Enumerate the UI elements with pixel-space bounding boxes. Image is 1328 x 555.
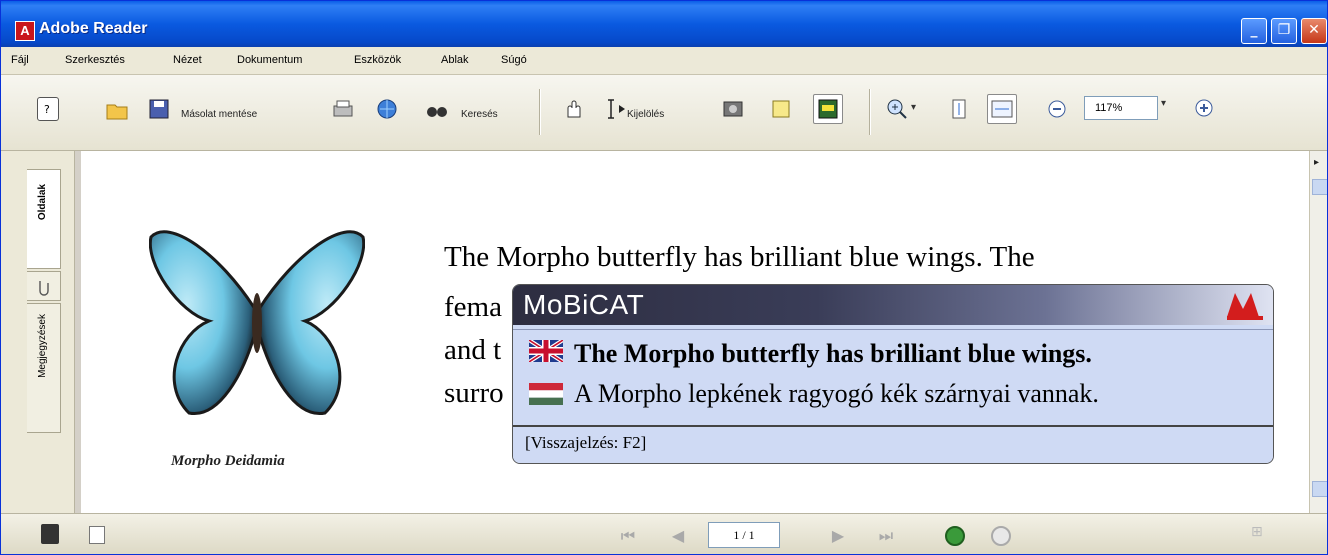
zoom-tool-dropdown-icon[interactable]: ▾: [911, 97, 923, 121]
previous-page-icon[interactable]: ◀: [665, 524, 691, 548]
next-page-icon[interactable]: ▶: [825, 524, 851, 548]
snapshot-icon[interactable]: [721, 97, 745, 121]
translated-sentence[interactable]: A Morpho lepkének ragyogó kék szárnyai v…: [574, 379, 1099, 409]
source-sentence[interactable]: The Morpho butterfly has brilliant blue …: [574, 339, 1092, 369]
adobe-reader-app-icon: A: [15, 21, 35, 41]
hand-tool-icon[interactable]: [561, 97, 585, 121]
adobe-reader-window: A Adobe Reader _ ❐ ✕ Fájl Szerkesztés Né…: [0, 0, 1328, 555]
tab-pages-label: Oldalak: [37, 184, 48, 221]
hungarian-flag-icon: [529, 383, 563, 405]
title-bar[interactable]: A Adobe Reader _ ❐ ✕: [1, 1, 1327, 47]
split-view-icon[interactable]: ⊞: [1251, 524, 1271, 544]
document-text-line: surro: [444, 377, 504, 409]
butterfly-image: [148, 223, 366, 424]
menu-help[interactable]: Súgó: [501, 54, 527, 66]
menu-bar: Fájl Szerkesztés Nézet Dokumentum Eszköz…: [1, 47, 1327, 75]
status-bar: ⏮ ◀ 1 / 1 ▶ ⏭ ⊞: [1, 513, 1327, 554]
how-to-icon[interactable]: ?: [37, 97, 59, 121]
fit-page-icon[interactable]: [947, 97, 971, 121]
pane-toggle-arrow-icon[interactable]: ▸: [1314, 157, 1319, 168]
menu-view[interactable]: Nézet: [173, 54, 202, 66]
source-row: The Morpho butterfly has brilliant blue …: [513, 329, 1273, 375]
tab-pages[interactable]: Oldalak: [27, 169, 61, 269]
close-button[interactable]: ✕: [1301, 18, 1327, 44]
search-label[interactable]: Keresés: [461, 109, 498, 120]
last-page-icon[interactable]: ⏭: [873, 524, 899, 548]
menu-file[interactable]: Fájl: [11, 54, 29, 66]
popup-header: MoBiCAT: [513, 285, 1273, 325]
page-number-input[interactable]: 1 / 1: [708, 522, 780, 548]
toolbar-separator: [539, 89, 541, 135]
toolbar-separator: [869, 89, 871, 135]
fit-width-icon[interactable]: [987, 94, 1017, 124]
vertical-scrollbar[interactable]: ▸: [1309, 151, 1327, 513]
email-globe-icon[interactable]: [375, 97, 399, 121]
save-status-icon[interactable]: [41, 524, 59, 544]
scroll-up-button[interactable]: [1312, 179, 1327, 195]
popup-footer: [Visszajelzés: F2]: [513, 425, 1273, 463]
page-edge: [75, 151, 81, 513]
save-icon[interactable]: [147, 97, 171, 121]
zoom-in-icon[interactable]: [1193, 97, 1215, 119]
zoom-dropdown-icon[interactable]: ▾: [1161, 98, 1166, 109]
minimize-button[interactable]: _: [1241, 18, 1267, 44]
open-folder-icon[interactable]: [105, 97, 129, 121]
zoom-in-tool-icon[interactable]: [885, 97, 909, 121]
save-copy-label[interactable]: Másolat mentése: [181, 109, 257, 120]
menu-window[interactable]: Ablak: [441, 54, 469, 66]
go-forward-icon[interactable]: [991, 526, 1011, 546]
navigation-pane: Oldalak Megjegyzések: [13, 151, 75, 513]
menu-edit[interactable]: Szerkesztés: [65, 54, 125, 66]
page-layout-icon[interactable]: [89, 526, 105, 544]
mobicat-popup: MoBiCAT The Morpho butterfly has brillia…: [512, 284, 1274, 464]
scroll-down-button[interactable]: [1312, 481, 1327, 497]
first-page-icon[interactable]: ⏮: [615, 524, 641, 548]
tab-attachments[interactable]: [27, 271, 61, 301]
binoculars-icon[interactable]: [425, 97, 449, 121]
paperclip-icon: [39, 281, 49, 296]
tab-comments-label: Megjegyzések: [37, 314, 48, 378]
select-text-icon[interactable]: [605, 97, 629, 121]
document-text-line: The Morpho butterfly has brilliant blue …: [444, 241, 1035, 273]
morphologic-logo: [1227, 293, 1263, 320]
image-caption: Morpho Deidamia: [171, 453, 285, 469]
tab-comments[interactable]: Megjegyzések: [27, 303, 61, 433]
zoom-level-input[interactable]: 117%: [1084, 96, 1158, 120]
print-icon[interactable]: [331, 97, 355, 121]
feedback-hint[interactable]: [Visszajelzés: F2]: [525, 433, 646, 453]
menu-tools[interactable]: Eszközök: [354, 54, 401, 66]
sticky-note-icon[interactable]: [769, 97, 793, 121]
menu-document[interactable]: Dokumentum: [237, 54, 302, 66]
restore-button[interactable]: ❐: [1271, 18, 1297, 44]
highlight-tool-icon[interactable]: [813, 94, 843, 124]
svg-text:?: ?: [44, 103, 50, 116]
target-row: A Morpho lepkének ragyogó kék szárnyai v…: [513, 375, 1273, 423]
go-back-icon[interactable]: [945, 526, 965, 546]
window-title: Adobe Reader: [39, 20, 148, 37]
popup-title: MoBiCAT: [523, 289, 645, 320]
document-text-line: and t: [444, 334, 502, 366]
zoom-out-icon[interactable]: [1045, 97, 1069, 121]
select-label[interactable]: Kijelölés: [627, 109, 664, 120]
document-text-line: fema: [444, 291, 502, 323]
uk-flag-icon: [529, 340, 563, 362]
